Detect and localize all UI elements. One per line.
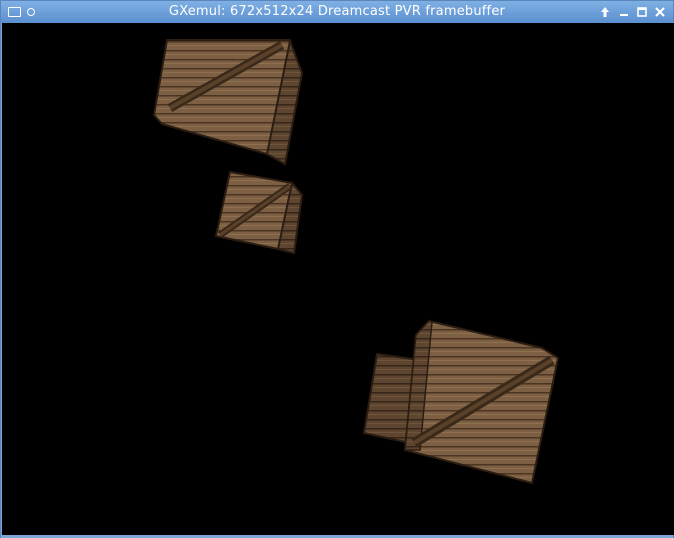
maximize-icon <box>637 7 647 17</box>
minimize-icon <box>620 14 628 16</box>
crates-scene <box>152 37 560 485</box>
close-button[interactable] <box>653 5 667 19</box>
crate-top <box>152 37 304 166</box>
window-title: GXemul: 672x512x24 Dreamcast PVR framebu… <box>168 4 506 19</box>
emulator-window: GXemul: 672x512x24 Dreamcast PVR framebu… <box>0 0 674 538</box>
titlebar[interactable]: GXemul: 672x512x24 Dreamcast PVR framebu… <box>1 1 673 23</box>
shade-up-button[interactable] <box>598 5 612 19</box>
crate-large <box>403 319 560 485</box>
crate-small <box>214 170 304 255</box>
maximize-button[interactable] <box>635 5 649 19</box>
framebuffer-canvas[interactable] <box>2 23 674 535</box>
arrow-up-icon <box>601 7 609 17</box>
minimize-button[interactable] <box>617 5 631 19</box>
close-icon <box>655 7 665 17</box>
